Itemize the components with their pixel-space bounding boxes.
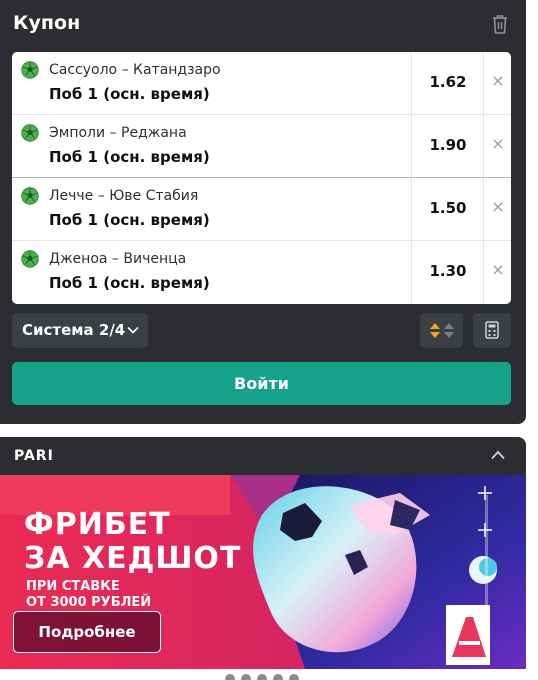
chevron-down-icon bbox=[127, 326, 139, 334]
promo-subtext: ПРИ СТАВКЕ bbox=[26, 579, 120, 594]
bet-market: Поб 1 (осн. время) bbox=[49, 148, 210, 166]
bet-list: Сассуоло – Катандзаро Поб 1 (осн. время)… bbox=[12, 52, 511, 304]
soccer-ball-icon bbox=[21, 187, 39, 205]
bet-item: Эмполи – Реджана Поб 1 (осн. время) 1.90… bbox=[12, 115, 511, 178]
bet-item: Дженоа – Виченца Поб 1 (осн. время) 1.30… bbox=[12, 241, 511, 304]
promo-banner[interactable]: ФРИБЕТ ЗА ХЕДШОТ ПРИ СТАВКЕ ОТ 3000 РУБЛ… bbox=[0, 475, 526, 669]
close-icon: × bbox=[491, 197, 505, 216]
odds-cell: 1.90 bbox=[411, 115, 483, 177]
sort-arrows-icon bbox=[430, 323, 454, 338]
chevron-up-icon[interactable] bbox=[490, 450, 506, 460]
bet-odds: 1.90 bbox=[429, 136, 467, 154]
bet-market: Поб 1 (осн. время) bbox=[49, 211, 210, 229]
carousel-dot[interactable] bbox=[257, 674, 267, 680]
more-info-button[interactable]: Подробнее bbox=[13, 611, 161, 653]
soccer-ball-icon bbox=[21, 61, 39, 79]
odds-cell: 1.30 bbox=[411, 241, 483, 304]
calculator-icon bbox=[485, 321, 499, 339]
carousel-dot[interactable] bbox=[273, 674, 283, 680]
calculator-button[interactable] bbox=[473, 313, 511, 348]
login-button[interactable]: Войти bbox=[12, 362, 511, 405]
odds-cell: 1.50 bbox=[411, 178, 483, 240]
carousel-dot[interactable] bbox=[289, 674, 299, 680]
soccer-ball-icon bbox=[21, 250, 39, 268]
remove-bet-button[interactable]: × bbox=[483, 115, 511, 177]
remove-bet-button[interactable]: × bbox=[483, 52, 511, 114]
coupon-panel: Купон Сассуоло – Катандзаро Поб 1 (осн. … bbox=[0, 0, 526, 424]
bet-match: Эмполи – Реджана bbox=[49, 125, 187, 141]
promo-headline: ЗА ХЕДШОТ bbox=[24, 541, 242, 576]
bet-match: Сассуоло – Катандзаро bbox=[49, 62, 221, 78]
bet-item: Сассуоло – Катандзаро Поб 1 (осн. время)… bbox=[12, 52, 511, 115]
soccer-ball-icon bbox=[21, 124, 39, 142]
remove-bet-button[interactable]: × bbox=[483, 178, 511, 240]
remove-bet-button[interactable]: × bbox=[483, 241, 511, 304]
bet-market: Поб 1 (осн. время) bbox=[49, 274, 210, 292]
promo-subtext: ОТ 3000 РУБЛЕЙ bbox=[26, 595, 152, 610]
promo-header[interactable]: PARI bbox=[0, 437, 526, 475]
close-icon: × bbox=[491, 260, 505, 279]
carousel-dot[interactable] bbox=[225, 674, 235, 680]
bet-item: Лечче – Юве Стабия Поб 1 (осн. время) 1.… bbox=[12, 178, 511, 241]
coupon-title: Купон bbox=[13, 12, 81, 34]
sort-button[interactable] bbox=[420, 313, 463, 348]
bet-odds: 1.62 bbox=[429, 73, 467, 91]
trash-icon[interactable] bbox=[490, 13, 510, 35]
promo-section-title: PARI bbox=[14, 448, 54, 464]
system-type-select[interactable]: Система 2/4 bbox=[12, 313, 148, 348]
bet-odds: 1.30 bbox=[429, 262, 467, 280]
page: Купон Сассуоло – Катандзаро Поб 1 (осн. … bbox=[0, 0, 538, 680]
bet-odds: 1.50 bbox=[429, 199, 467, 217]
system-type-label: Система 2/4 bbox=[22, 321, 126, 339]
close-icon: × bbox=[491, 71, 505, 90]
carousel-dot[interactable] bbox=[241, 674, 251, 680]
bet-match: Лечче – Юве Стабия bbox=[49, 188, 199, 204]
odds-cell: 1.62 bbox=[411, 52, 483, 114]
promo-headline: ФРИБЕТ bbox=[24, 507, 171, 542]
bet-market: Поб 1 (осн. время) bbox=[49, 85, 210, 103]
close-icon: × bbox=[491, 134, 505, 153]
bet-match: Дженоа – Виченца bbox=[49, 251, 187, 267]
